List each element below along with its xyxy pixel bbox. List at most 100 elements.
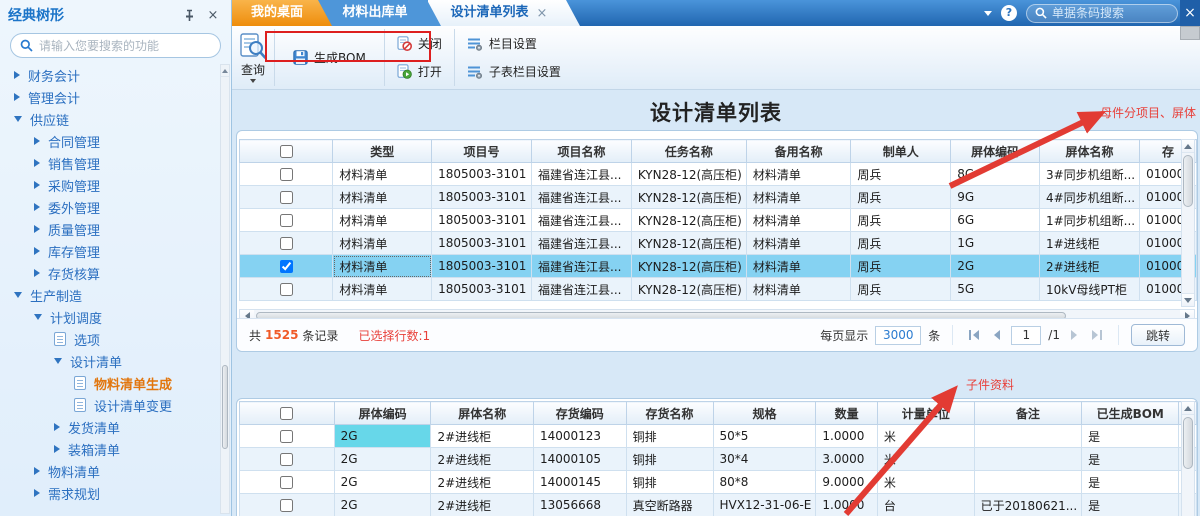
tab-design-list[interactable]: 设计清单列表 × <box>428 0 580 26</box>
table-cell[interactable]: 30*4 <box>713 448 816 471</box>
table-cell[interactable]: 周兵 <box>851 278 951 301</box>
table-cell[interactable]: 福建省连江县... <box>532 209 632 232</box>
table-cell[interactable]: 周兵 <box>851 232 951 255</box>
table-cell[interactable]: 1805003-3101 <box>432 232 532 255</box>
tree-item[interactable]: 质量管理 <box>0 218 219 240</box>
help-icon[interactable]: ? <box>1001 5 1017 21</box>
tree-item[interactable]: 财务会计 <box>0 64 219 86</box>
table-row[interactable]: 2G2#进线柜14000105铜排30*43.0000米是 <box>240 448 1197 471</box>
subtable-column-settings-button[interactable]: 子表栏目设置 <box>463 60 565 84</box>
row-checkbox[interactable] <box>280 476 293 489</box>
column-header[interactable]: 备用名称 <box>746 140 851 163</box>
table-cell[interactable]: 2G <box>334 471 431 494</box>
close-icon[interactable]: × <box>1180 0 1200 26</box>
table-cell[interactable]: 2#进线柜 <box>431 425 533 448</box>
column-settings-button[interactable]: 栏目设置 <box>463 32 565 56</box>
row-checkbox[interactable] <box>280 499 293 512</box>
table-cell[interactable]: 是 <box>1082 448 1179 471</box>
generate-bom-button[interactable]: 生成BOM <box>289 46 370 70</box>
chevron-down-icon[interactable] <box>984 11 992 16</box>
table-cell[interactable]: 材料清单 <box>746 255 851 278</box>
tree-item[interactable]: 需求规划 <box>0 482 219 504</box>
tree-item[interactable]: 供应链 <box>0 108 219 130</box>
row-checkbox[interactable] <box>280 283 293 296</box>
table-cell[interactable]: 材料清单 <box>746 163 851 186</box>
row-checkbox[interactable] <box>280 214 293 227</box>
scrollbar-thumb[interactable] <box>1183 155 1193 207</box>
query-button[interactable]: 查询 <box>232 26 274 89</box>
table-cell[interactable]: 材料清单 <box>333 278 432 301</box>
checkbox-cell[interactable] <box>240 425 335 448</box>
table-cell[interactable]: 2G <box>334 425 431 448</box>
column-header[interactable]: 项目名称 <box>532 140 632 163</box>
table-cell[interactable]: 6G <box>951 209 1040 232</box>
checkbox-cell[interactable] <box>240 255 333 278</box>
row-checkbox[interactable] <box>280 237 293 250</box>
table-cell[interactable]: 材料清单 <box>333 163 432 186</box>
select-all-checkbox[interactable] <box>280 407 293 420</box>
tab-close-icon[interactable]: × <box>537 7 548 20</box>
table-cell[interactable]: 1805003-3101 <box>432 163 532 186</box>
table-row[interactable]: 2G2#进线柜14000145铜排80*89.0000米是 <box>240 471 1197 494</box>
column-header[interactable]: 屏体名称 <box>431 402 533 425</box>
table-cell[interactable]: 2#进线柜 <box>431 494 533 516</box>
table-cell[interactable]: 1805003-3101 <box>432 255 532 278</box>
table-row[interactable]: 材料清单1805003-3101福建省连江县...KYN28-12(高压柜)材料… <box>240 163 1197 186</box>
tree-item[interactable]: 销售管理 <box>0 152 219 174</box>
table-cell[interactable]: 是 <box>1082 471 1179 494</box>
tab-my-desktop[interactable]: 我的桌面 <box>232 0 332 26</box>
select-all-header[interactable] <box>240 140 333 163</box>
table-cell[interactable]: KYN28-12(高压柜) <box>631 232 746 255</box>
checkbox-cell[interactable] <box>240 186 333 209</box>
tree-item[interactable]: 采购管理 <box>0 174 219 196</box>
column-header[interactable]: 屏体名称 <box>1039 140 1139 163</box>
row-checkbox[interactable] <box>280 260 293 273</box>
table-cell[interactable]: KYN28-12(高压柜) <box>631 163 746 186</box>
prev-page-button[interactable] <box>990 330 1004 340</box>
table-cell[interactable]: 米 <box>877 471 974 494</box>
checkbox-cell[interactable] <box>240 494 335 516</box>
tree-item[interactable]: 合同管理 <box>0 130 219 152</box>
table-cell[interactable]: 14000145 <box>533 471 626 494</box>
tree-item[interactable]: 库存管理 <box>0 240 219 262</box>
table-cell[interactable]: 材料清单 <box>333 186 432 209</box>
table-cell[interactable] <box>974 471 1082 494</box>
table-cell[interactable]: 材料清单 <box>746 186 851 209</box>
table-cell[interactable]: 周兵 <box>851 209 951 232</box>
table-cell[interactable]: 14000123 <box>533 425 626 448</box>
table-cell[interactable]: 1.0000 <box>816 494 877 516</box>
scroll-up-icon[interactable] <box>221 65 229 77</box>
table-cell[interactable]: 是 <box>1082 494 1179 516</box>
table-cell[interactable]: 13056668 <box>533 494 626 516</box>
table-cell[interactable]: 3#同步机组断... <box>1039 163 1139 186</box>
table-row[interactable]: 材料清单1805003-3101福建省连江县...KYN28-12(高压柜)材料… <box>240 232 1197 255</box>
tree-item[interactable]: 设计清单 <box>0 350 219 372</box>
table-cell[interactable]: 2G <box>334 448 431 471</box>
table-cell[interactable]: 3.0000 <box>816 448 877 471</box>
tab-material-outbound[interactable]: 材料出库单 <box>319 0 441 26</box>
table-cell[interactable]: 米 <box>877 425 974 448</box>
barcode-search-input[interactable] <box>1052 6 1200 20</box>
table-cell[interactable]: 材料清单 <box>333 255 432 278</box>
tree-item[interactable]: 存货核算 <box>0 262 219 284</box>
table-cell[interactable]: 材料清单 <box>333 209 432 232</box>
sidebar-scrollbar[interactable] <box>220 64 230 514</box>
table-cell[interactable]: 1#进线柜 <box>1039 232 1139 255</box>
table-cell[interactable]: 铜排 <box>626 471 713 494</box>
table-row[interactable]: 材料清单1805003-3101福建省连江县...KYN28-12(高压柜)材料… <box>240 209 1197 232</box>
tree-item[interactable]: 物料清单 <box>0 460 219 482</box>
table-cell[interactable]: 已于20180621... <box>974 494 1082 516</box>
scroll-up-icon[interactable] <box>1182 140 1194 153</box>
table-cell[interactable]: 1805003-3101 <box>432 186 532 209</box>
column-header[interactable]: 存货名称 <box>626 402 713 425</box>
next-page-button[interactable] <box>1067 330 1081 340</box>
table-cell[interactable]: KYN28-12(高压柜) <box>631 278 746 301</box>
tree-item[interactable]: 设计清单变更 <box>0 394 219 416</box>
table-cell[interactable]: 1.0000 <box>816 425 877 448</box>
table-cell[interactable]: 福建省连江县... <box>532 255 632 278</box>
tree-item[interactable]: 管理会计 <box>0 86 219 108</box>
table-cell[interactable]: 周兵 <box>851 163 951 186</box>
select-all-checkbox[interactable] <box>280 145 293 158</box>
table-cell[interactable]: 5G <box>951 278 1040 301</box>
table-row[interactable]: 材料清单1805003-3101福建省连江县...KYN28-12(高压柜)材料… <box>240 278 1197 301</box>
